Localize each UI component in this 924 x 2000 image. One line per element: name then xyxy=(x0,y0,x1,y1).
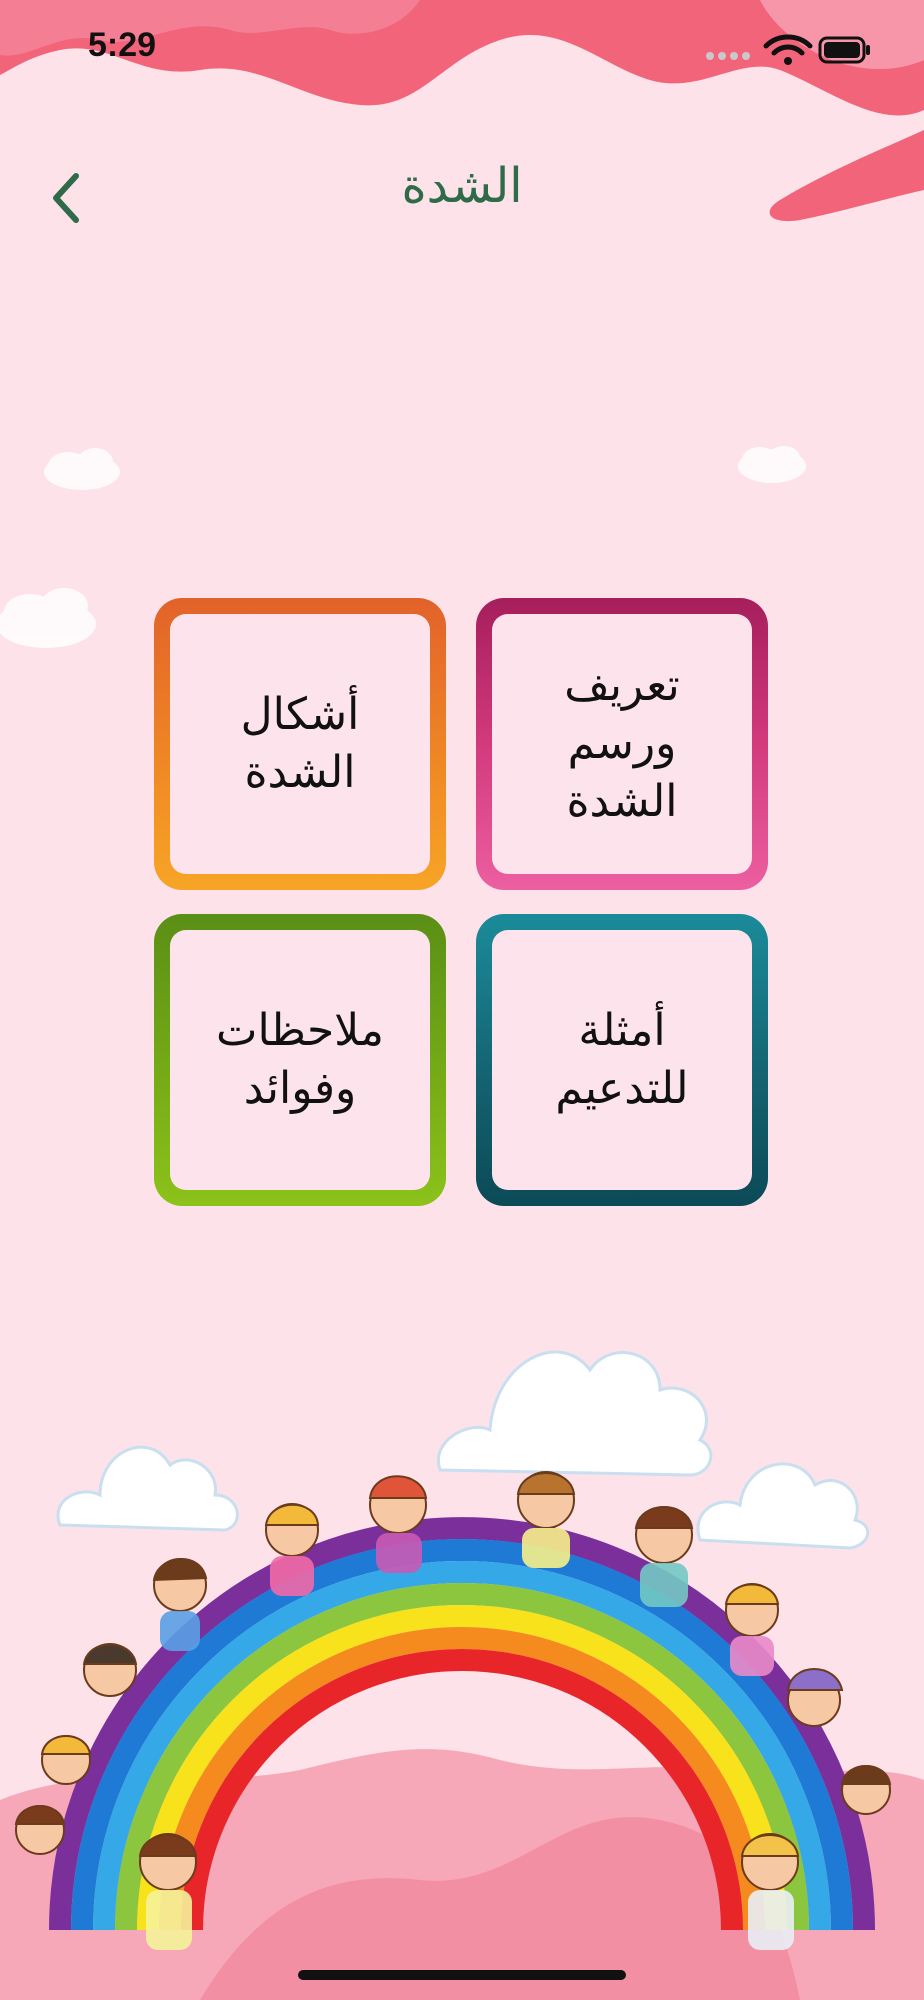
background-decoration xyxy=(0,0,924,2000)
tile-inner: ملاحظات وفوائد xyxy=(170,930,430,1190)
tile-inner: أمثلة للتدعيم xyxy=(492,930,752,1190)
tile-label: تعريف ورسم الشدة xyxy=(564,660,680,827)
tile-label: أمثلة للتدعيم xyxy=(555,1005,689,1114)
page-title: الشدة xyxy=(401,158,523,214)
tile-label: ملاحظات وفوائد xyxy=(216,1005,384,1114)
tile-examples[interactable]: أمثلة للتدعيم xyxy=(476,914,768,1206)
status-icons xyxy=(706,34,870,65)
status-time: 5:29 xyxy=(88,26,157,64)
tile-notes[interactable]: ملاحظات وفوائد xyxy=(154,914,446,1206)
battery-icon xyxy=(818,36,870,64)
tile-forms[interactable]: أشكال الشدة xyxy=(154,598,446,890)
tile-label: أشكال الشدة xyxy=(240,689,360,798)
tile-inner: أشكال الشدة xyxy=(170,614,430,874)
signal-dots-icon xyxy=(706,52,750,60)
home-indicator[interactable] xyxy=(298,1970,626,1980)
tile-inner: تعريف ورسم الشدة xyxy=(492,614,752,874)
tile-definition[interactable]: تعريف ورسم الشدة xyxy=(476,598,768,890)
wifi-icon xyxy=(763,34,813,65)
